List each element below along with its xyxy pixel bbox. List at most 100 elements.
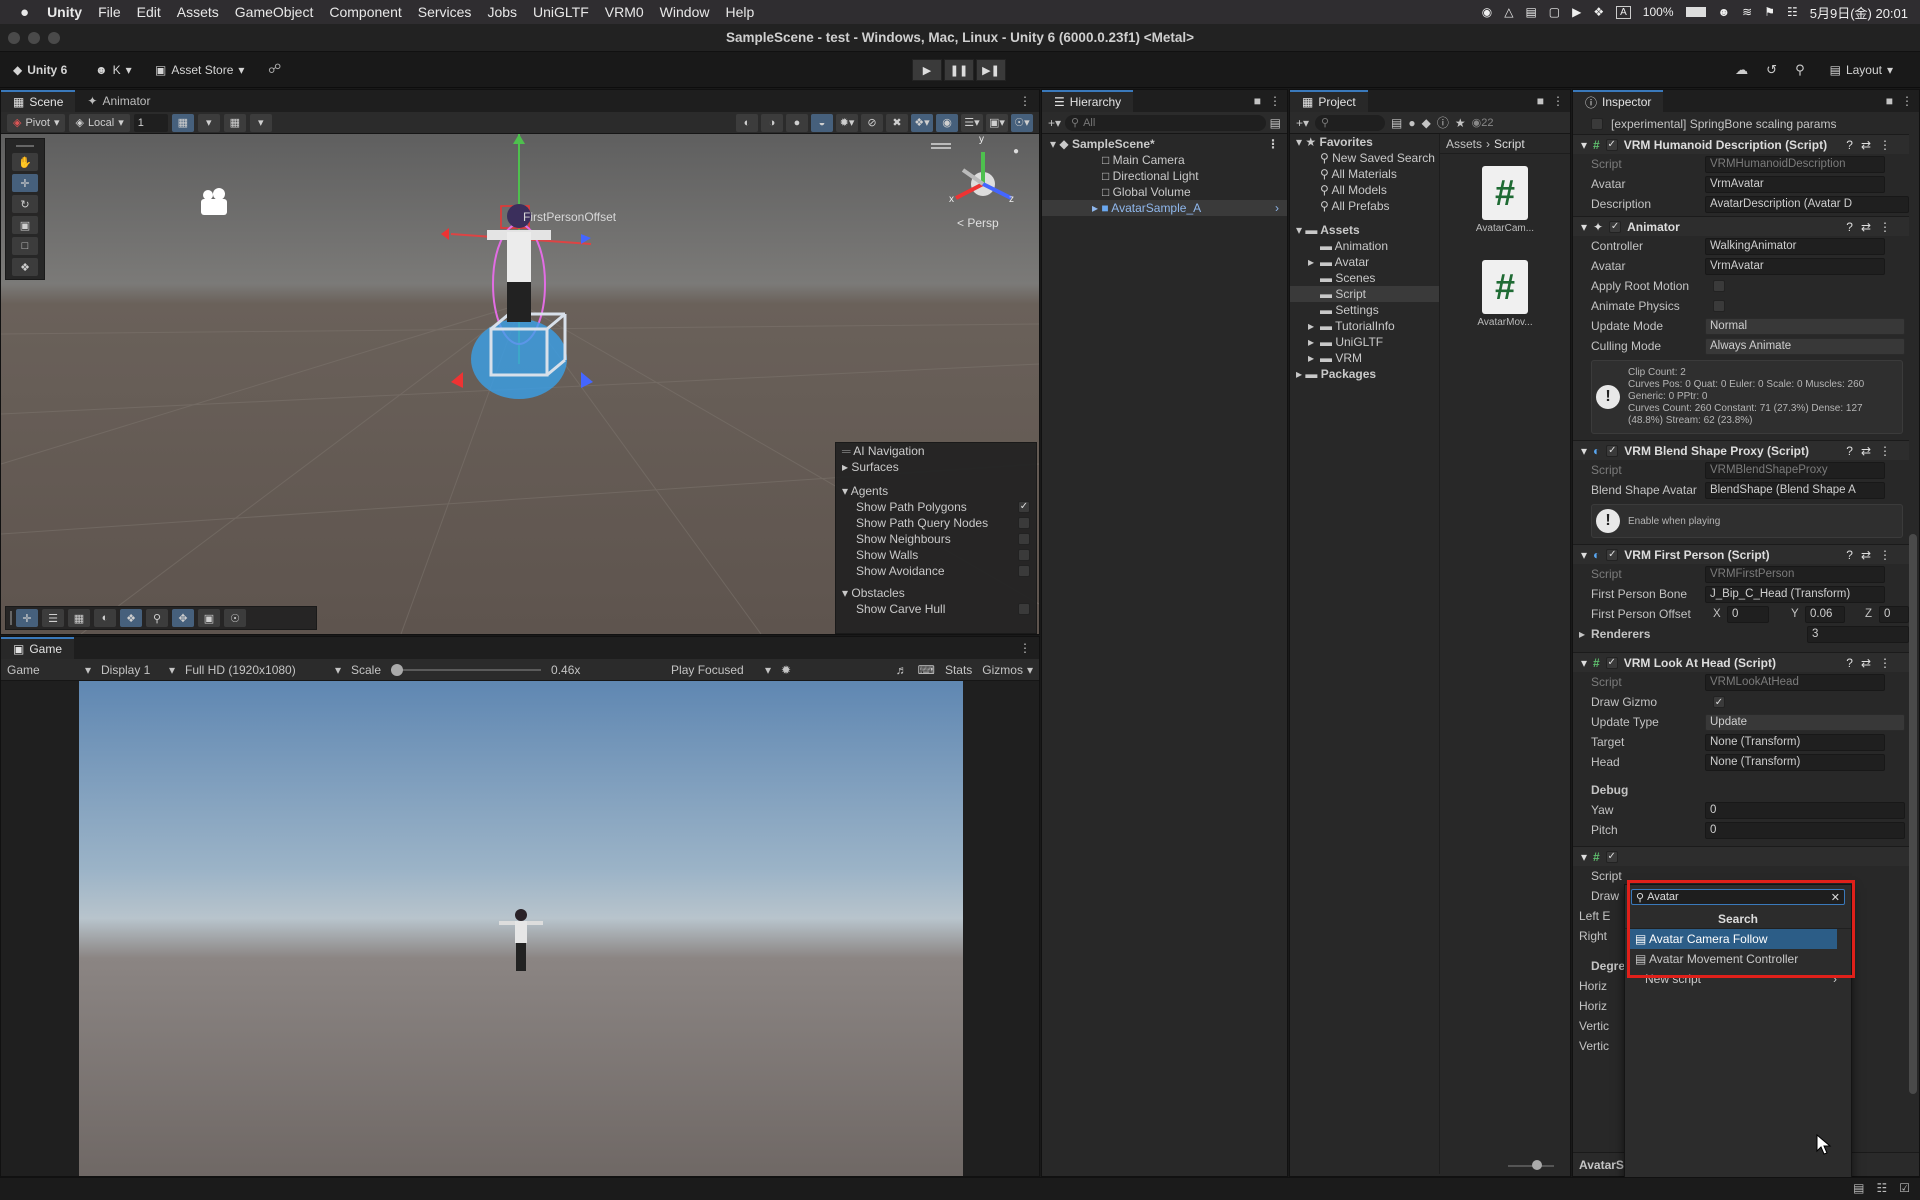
- menu-app[interactable]: Unity: [47, 4, 82, 20]
- humanoid-description-field[interactable]: AvatarDescription (Avatar D: [1705, 195, 1909, 213]
- bottom-layers-icon[interactable]: ❖: [120, 609, 142, 627]
- first-person-header[interactable]: ▾ ◐ ✓ VRM First Person (Script) ?⇄⋮: [1573, 544, 1909, 564]
- effects-icon[interactable]: ❖▾: [911, 113, 933, 132]
- ai-nav-agents[interactable]: ▾ Agents: [836, 483, 1036, 499]
- scene-menu-icon[interactable]: ⋮: [1019, 90, 1039, 112]
- apple-icon[interactable]: ●: [20, 4, 29, 21]
- menu-gameobject[interactable]: GameObject: [235, 4, 314, 20]
- hidden-component-header[interactable]: ▾ # ✓: [1573, 846, 1909, 866]
- favorites-header[interactable]: ▾ ★ Favorites: [1290, 134, 1439, 150]
- inspector-scrollbar[interactable]: [1909, 114, 1917, 1154]
- star-icon[interactable]: ★: [1455, 116, 1466, 130]
- pivot-dropdown[interactable]: ◈ Pivot ▾: [7, 113, 66, 132]
- bottom-cross-icon[interactable]: ✥: [172, 609, 194, 627]
- fav-all-models[interactable]: ⚲ All Models: [1290, 182, 1439, 198]
- rect-tool-icon[interactable]: □: [12, 237, 38, 255]
- tab-inspector[interactable]: ⓘ Inspector: [1573, 90, 1664, 112]
- head-field[interactable]: None (Transform): [1705, 753, 1885, 771]
- battery-icon[interactable]: [1685, 7, 1706, 17]
- agent-option[interactable]: Show Neighbours: [836, 531, 1036, 547]
- apply-root-motion-checkbox[interactable]: [1713, 280, 1725, 292]
- asset-folder-item[interactable]: ▸ ▬ TutorialInfo: [1290, 318, 1439, 334]
- clipboard-icon[interactable]: ▤: [1525, 5, 1536, 19]
- look-at-enabled-checkbox[interactable]: ✓: [1605, 656, 1618, 669]
- check-icon[interactable]: ☑: [1899, 1181, 1910, 1195]
- asset-folder-item[interactable]: ▸ ▬ Avatar: [1290, 254, 1439, 270]
- scene-viewport[interactable]: FirstPersonOffset < Persp x z y ● ✋ ✛ ↻ …: [1, 134, 1039, 634]
- update-mode-dropdown[interactable]: Normal: [1705, 317, 1905, 335]
- rotate-tool-icon[interactable]: ↻: [12, 195, 38, 213]
- ai-nav-carve[interactable]: Show Carve Hull: [836, 601, 1036, 617]
- mute-icon[interactable]: ♬: [896, 663, 908, 677]
- yaw-field[interactable]: 0: [1705, 801, 1905, 819]
- tab-hierarchy[interactable]: ☰ Hierarchy: [1042, 90, 1134, 112]
- local-dropdown[interactable]: ◈ Local ▾: [69, 113, 130, 132]
- breadcrumb-script[interactable]: Script: [1494, 137, 1525, 151]
- stats-button[interactable]: Stats: [945, 663, 972, 677]
- menu-window[interactable]: Window: [660, 4, 710, 20]
- animator-enabled-checkbox[interactable]: ✓: [1609, 220, 1622, 233]
- play-focused-dropdown[interactable]: Play Focused ▾: [671, 663, 771, 677]
- shaded-icon[interactable]: ●: [786, 113, 808, 132]
- version-control-icon[interactable]: ☍: [268, 61, 281, 77]
- offset-z-field[interactable]: 0: [1879, 605, 1909, 623]
- pause-button[interactable]: ❚❚: [944, 59, 974, 81]
- 2d-icon[interactable]: ⊘: [861, 113, 883, 132]
- blend-avatar-field[interactable]: BlendShape (Blend Shape A: [1705, 481, 1885, 499]
- inspector-menu-icon[interactable]: ⋮: [1901, 94, 1913, 108]
- hierarchy-search-input[interactable]: ⚲ All: [1065, 114, 1266, 131]
- menu-jobs[interactable]: Jobs: [487, 4, 517, 20]
- add-icon[interactable]: +▾: [1296, 116, 1309, 130]
- resolution-dropdown[interactable]: Full HD (1920x1080) ▾: [185, 663, 341, 677]
- game-viewport[interactable]: [79, 681, 963, 1176]
- grid-step-field[interactable]: 1: [133, 113, 168, 132]
- tab-animator[interactable]: ✦ Animator: [75, 90, 162, 112]
- packages-header[interactable]: ▸ ▬ Packages: [1290, 366, 1439, 382]
- agent-option-checkbox[interactable]: [1018, 517, 1030, 529]
- visibility-icon[interactable]: ◉: [936, 113, 958, 132]
- hierarchy-item-main-camera[interactable]: □ Main Camera: [1042, 152, 1287, 168]
- agent-option[interactable]: Show Walls: [836, 547, 1036, 563]
- animate-physics-checkbox[interactable]: [1713, 300, 1725, 312]
- breadcrumb-assets[interactable]: Assets: [1446, 137, 1482, 151]
- snap-icon[interactable]: ▦: [223, 113, 246, 132]
- renderers-count-field[interactable]: 3: [1807, 625, 1909, 643]
- snap-dropdown-icon[interactable]: ▾: [249, 113, 272, 132]
- fav-new-saved-search[interactable]: ⚲ New Saved Search: [1290, 150, 1439, 166]
- asset-folder-item[interactable]: ▸ ▬ VRM: [1290, 350, 1439, 366]
- progress-icon[interactable]: ▤: [1853, 1181, 1864, 1195]
- update-type-dropdown[interactable]: Update: [1705, 713, 1905, 731]
- control-center-icon[interactable]: ☷: [1787, 5, 1798, 19]
- bluetooth-icon[interactable]: ❖: [1593, 5, 1604, 19]
- menu-edit[interactable]: Edit: [137, 4, 161, 20]
- first-person-enabled-checkbox[interactable]: ✓: [1606, 548, 1619, 561]
- asset-store-dropdown[interactable]: ▣ Asset Store ▾: [148, 59, 251, 81]
- agent-option-checkbox[interactable]: [1018, 549, 1030, 561]
- assets-header[interactable]: ▾ ▬ Assets: [1290, 222, 1439, 238]
- bottom-search-icon[interactable]: ⚲: [146, 609, 168, 627]
- bottom-compass-icon[interactable]: ☉: [224, 609, 246, 627]
- grid-snap-icon[interactable]: ▦: [171, 113, 194, 132]
- display-dropdown[interactable]: Display 1 ▾: [101, 663, 175, 677]
- carve-checkbox[interactable]: [1018, 603, 1030, 615]
- draw-gizmo-checkbox[interactable]: ✓: [1713, 696, 1725, 708]
- agent-option[interactable]: Show Path Polygons ✓: [836, 499, 1036, 515]
- tab-game[interactable]: ▣ Game: [1, 637, 75, 659]
- unity-icon[interactable]: △: [1504, 5, 1513, 19]
- user-icon[interactable]: ☻: [1718, 5, 1731, 19]
- hierarchy-item-directional-light[interactable]: □ Directional Light: [1042, 168, 1287, 184]
- component-actions-icon[interactable]: ?⇄⋮: [1846, 138, 1899, 152]
- bottom-camera-icon[interactable]: ▣: [198, 609, 220, 627]
- menu-assets[interactable]: Assets: [177, 4, 219, 20]
- fav-all-prefabs[interactable]: ⚲ All Prefabs: [1290, 198, 1439, 214]
- gizmos-icon[interactable]: ☉▾: [1011, 113, 1033, 132]
- wireframe-icon[interactable]: ◐: [736, 113, 758, 132]
- hierarchy-menu-icon[interactable]: ⋮: [1269, 94, 1281, 108]
- first-bone-field[interactable]: J_Bip_C_Head (Transform): [1705, 585, 1885, 603]
- flag-icon[interactable]: ⚑: [1764, 5, 1775, 19]
- type-filter-icon[interactable]: ●: [1408, 116, 1415, 130]
- screen-icon[interactable]: ▢: [1549, 5, 1560, 19]
- agent-option[interactable]: Show Path Query Nodes: [836, 515, 1036, 531]
- agent-option[interactable]: Show Avoidance: [836, 563, 1036, 579]
- input-a-icon[interactable]: A: [1616, 5, 1631, 19]
